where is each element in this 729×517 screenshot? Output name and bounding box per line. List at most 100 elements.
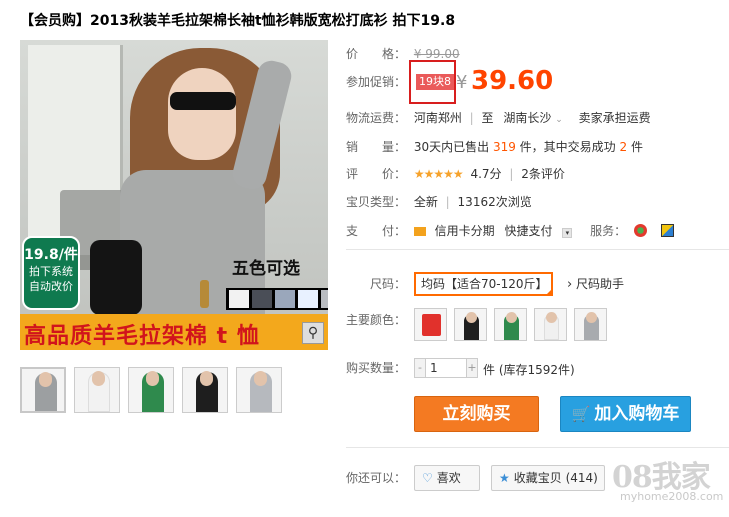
shipping-to-prefix: 至 — [481, 111, 494, 125]
rating-label: 评 价： — [346, 167, 407, 181]
handbag — [90, 240, 142, 315]
price-badge: 19.8/件 拍下系统 自动改价 — [22, 236, 80, 310]
badge-price: 19.8/件 — [24, 247, 78, 263]
sunglasses — [170, 92, 236, 110]
rating-reviews[interactable]: 2条评价 — [521, 167, 565, 181]
price-label: 价 格： — [346, 47, 407, 61]
sales-count: 319 — [492, 140, 516, 154]
like-button[interactable]: ♡ 喜欢 — [414, 465, 480, 491]
add-to-cart-label: 加入购物车 — [594, 404, 680, 424]
thumbnail-4[interactable] — [182, 367, 228, 413]
swatch — [321, 290, 328, 308]
model-face — [168, 68, 236, 160]
thumb-head — [92, 371, 105, 386]
promo-label: 参加促销： — [346, 75, 407, 89]
type-value: 全新 — [413, 195, 438, 209]
favorite-button[interactable]: ★ 收藏宝贝 (414) — [491, 465, 605, 491]
zoom-icon[interactable]: ⚲ — [302, 322, 324, 344]
five-colors-caption: 五色可选 — [232, 259, 300, 279]
color-label: 主要颜色： — [346, 313, 407, 327]
service-label: 服务： — [590, 224, 627, 238]
star-icon: ★ — [499, 471, 510, 485]
you-can-label: 你还可以： — [346, 471, 407, 485]
shipping-destination[interactable]: 湖南长沙 — [503, 111, 551, 125]
more-actions-row: 你还可以： — [346, 468, 410, 488]
color-option-gray[interactable] — [574, 308, 607, 341]
size-value: 均码【适合70-120斤】 — [421, 277, 548, 291]
color-option-green[interactable] — [494, 308, 527, 341]
separator: | — [445, 195, 450, 209]
rating-row: 评 价： ★★★★★ 4.7分 | 2条评价 — [346, 164, 565, 184]
chevron-down-icon[interactable]: ⌄ — [555, 115, 563, 125]
chip-head — [586, 312, 597, 323]
color-swatch-strip — [226, 288, 328, 310]
size-helper-label: 尺码助手 — [576, 277, 625, 291]
views-count: 13162次浏览 — [457, 195, 532, 209]
pay-credit[interactable]: 信用卡分期 — [435, 224, 495, 238]
thumbnail-strip — [20, 367, 282, 413]
swatch — [252, 290, 272, 308]
guarantee-badge-icon[interactable] — [634, 224, 648, 237]
thumbnail-5[interactable] — [236, 367, 282, 413]
thumb-head — [254, 371, 267, 386]
section-divider — [346, 447, 729, 448]
banner-text: 高品质羊毛拉架棉 t 恤 — [24, 324, 260, 349]
size-helper-link[interactable]: › 尺码助手 — [567, 274, 624, 295]
necklace-pendant — [200, 280, 209, 308]
selected-corner-icon — [545, 288, 553, 296]
type-label: 宝贝类型： — [346, 195, 407, 209]
stock-text: 件 (库存1592件) — [483, 363, 575, 377]
qty-input[interactable] — [426, 358, 466, 378]
qty-row: 购买数量： — [346, 358, 410, 378]
color-option-black[interactable] — [454, 308, 487, 341]
section-divider — [346, 249, 729, 250]
badge-line-2: 自动改价 — [29, 280, 73, 293]
swatch — [275, 290, 295, 308]
promo-banner: 高品质羊毛拉架棉 t 恤 ⚲ — [20, 314, 328, 350]
chip-head — [546, 312, 557, 323]
swatch — [229, 290, 249, 308]
sales-success: 2 — [619, 140, 628, 154]
sales-row: 销 量： 30天内已售出 319 件，其中交易成功 2 件 — [346, 137, 643, 157]
thumbnail-1[interactable] — [20, 367, 66, 413]
add-to-cart-button[interactable]: 🛒 加入购物车 — [560, 396, 691, 432]
thumb-head — [39, 372, 52, 387]
size-row: 尺码： — [346, 274, 406, 294]
chip-figure — [422, 314, 441, 336]
thumb-head — [200, 371, 213, 386]
swatch — [298, 290, 318, 308]
heart-icon: ♡ — [422, 471, 433, 485]
buy-now-button[interactable]: 立刻购买 — [414, 396, 539, 432]
promo-tag[interactable]: 19块8 — [416, 74, 454, 90]
rating-stars-icon: ★★★★★ — [413, 167, 464, 181]
promo-price: 39.60 — [471, 66, 554, 96]
color-option-red[interactable] — [414, 308, 447, 341]
qty-minus-button[interactable]: - — [414, 358, 426, 378]
color-row: 主要颜色： — [346, 310, 410, 330]
size-label: 尺码： — [370, 277, 407, 291]
badge-line-1: 拍下系统 — [29, 265, 73, 278]
pay-quick[interactable]: 快捷支付 — [505, 224, 553, 238]
credit-card-icon — [413, 227, 426, 236]
original-price: ¥ 99.00 — [413, 47, 460, 61]
chip-head — [466, 312, 477, 323]
color-option-white[interactable] — [534, 308, 567, 341]
invoice-badge-icon[interactable] — [660, 224, 674, 237]
thumbnail-2[interactable] — [74, 367, 120, 413]
main-product-image[interactable]: 19.8/件 拍下系统 自动改价 五色可选 高品质羊毛拉架棉 t 恤 ⚲ — [20, 40, 328, 350]
sales-text-c: 件 — [630, 140, 643, 154]
thumbnail-3[interactable] — [128, 367, 174, 413]
rating-score: 4.7分 — [470, 167, 502, 181]
separator: | — [469, 111, 474, 125]
size-option-selected[interactable]: 均码【适合70-120斤】 — [414, 272, 553, 296]
qty-label: 购买数量： — [346, 361, 407, 375]
promo-row: 参加促销： — [346, 72, 410, 92]
payment-row: 支 付： 信用卡分期 快捷支付 ▾ 服务： — [346, 221, 674, 241]
favorite-label: 收藏宝贝 (414) — [513, 471, 598, 485]
qty-plus-button[interactable]: + — [466, 358, 478, 378]
watermark-site: myhome2008.com — [620, 490, 724, 503]
type-row: 宝贝类型： 全新 | 13162次浏览 — [346, 192, 532, 212]
cart-icon: 🛒 — [571, 405, 591, 423]
chevron-down-icon[interactable]: ▾ — [562, 228, 573, 238]
shipping-from: 河南郑州 — [413, 111, 462, 125]
